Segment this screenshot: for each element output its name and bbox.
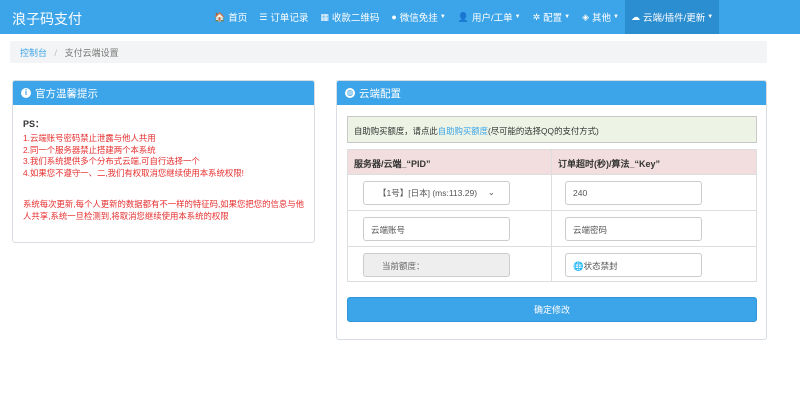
breadcrumb: 控制台 / 支付云端设置 bbox=[10, 41, 767, 63]
quota-field: 当前额度： bbox=[363, 253, 510, 277]
caret-down-icon: ▼ bbox=[707, 14, 714, 20]
cloud-config-panel: ◍ 云端配置 自助购买额度，请点此自助购买额度(尽可能的选择QQ的支付方式) 服… bbox=[336, 80, 767, 340]
nav-item[interactable]: ▦ 收款二维码 bbox=[314, 0, 385, 34]
col-header-key: 订单超时(秒)/算法_“Key” bbox=[558, 159, 661, 169]
table-cell: 240 bbox=[552, 175, 756, 210]
rule-item: 3.我们系统提供多个分布式云端,可自行选择一个 bbox=[23, 156, 200, 166]
wechat-icon: ● bbox=[391, 12, 397, 22]
rule-item: 1.云端账号密码禁止泄露与他人共用 bbox=[23, 133, 156, 143]
table-cell: 云端账号 bbox=[348, 211, 552, 246]
server-select[interactable]: 【1号】[日本] (ms:113.29) ⌄ bbox=[363, 181, 510, 205]
list-icon: ☰ bbox=[259, 11, 268, 22]
config-table: 服务器/云端_“PID” 订单超时(秒)/算法_“Key” 【1号】[日本] (… bbox=[347, 149, 757, 282]
cloud-config-title: 云端配置 bbox=[359, 87, 401, 100]
nav-item-label: 用户/工单 bbox=[471, 13, 513, 24]
alert-suffix: (尽可能的选择QQ的支付方式) bbox=[488, 126, 599, 136]
purchase-alert: 自助购买额度，请点此自助购买额度(尽可能的选择QQ的支付方式) bbox=[347, 116, 757, 143]
caret-down-icon: ▼ bbox=[514, 14, 521, 20]
purchase-quota-link[interactable]: 自助购买额度 bbox=[438, 126, 488, 136]
cloud-icon: ☁ bbox=[630, 11, 640, 22]
col-header-pid: 服务器/云端_“PID” bbox=[348, 150, 552, 174]
table-cell: 云端密码 bbox=[552, 211, 756, 246]
cube-icon: ◈ bbox=[582, 11, 590, 22]
breadcrumb-home-link[interactable]: 控制台 bbox=[20, 48, 47, 58]
status-field[interactable]: 🌐状态禁封 bbox=[565, 253, 702, 277]
timeout-input[interactable]: 240 bbox=[565, 181, 702, 205]
nav-item[interactable]: ☁ 云端/插件/更新 ▼ bbox=[624, 0, 720, 34]
cloud-config-heading: ◍ 云端配置 bbox=[337, 81, 766, 105]
table-row: 当前额度： 🌐状态禁封 bbox=[348, 246, 756, 282]
nav-item[interactable]: ◈ 其他 ▼ bbox=[576, 0, 625, 34]
table-row: 【1号】[日本] (ms:113.29) ⌄ 240 bbox=[348, 174, 756, 210]
caret-down-icon: ▼ bbox=[439, 14, 446, 20]
breadcrumb-separator: / bbox=[54, 48, 58, 58]
nav-item[interactable]: 🏠 首页 bbox=[208, 0, 253, 34]
nav-item[interactable]: 👤 用户/工单 ▼ bbox=[452, 0, 527, 34]
cloud-account-input[interactable]: 云端账号 bbox=[363, 217, 510, 241]
confirm-button[interactable]: 确定修改 bbox=[347, 297, 757, 322]
brand-title[interactable]: 浪子码支付 bbox=[12, 9, 82, 29]
info-icon: i bbox=[21, 88, 31, 98]
nav-item-label: 首页 bbox=[228, 13, 248, 24]
nav-item-label: 订单记录 bbox=[270, 13, 309, 24]
globe-icon: ◍ bbox=[345, 88, 355, 98]
main-nav: 🏠 首页 ☰ 订单记录 ▦ 收款二维码 ● 微信免挂 ▼ 👤 用户/工单 ▼ ✲ 配置 ▼ ◈ 其他 ▼ ☁ 云端/插… bbox=[208, 0, 720, 34]
caret-down-icon: ▼ bbox=[564, 14, 571, 20]
nav-item-label: 微信免挂 bbox=[399, 13, 438, 24]
user-icon: 👤 bbox=[457, 11, 469, 22]
nav-item[interactable]: ☰ 订单记录 bbox=[253, 0, 314, 34]
home-icon: 🏠 bbox=[214, 11, 226, 22]
nav-item[interactable]: ● 微信免挂 ▼ bbox=[385, 0, 451, 34]
breadcrumb-current: 支付云端设置 bbox=[64, 48, 119, 58]
nav-item-label: 收款二维码 bbox=[331, 13, 380, 24]
cloud-password-input[interactable]: 云端密码 bbox=[565, 217, 702, 241]
tips-panel-title: 官方温馨提示 bbox=[35, 87, 98, 100]
qrcode-icon: ▦ bbox=[320, 11, 329, 22]
nav-item-label: 配置 bbox=[543, 13, 563, 24]
ps-label: PS： bbox=[23, 119, 45, 129]
nav-item[interactable]: ✲ 配置 ▼ bbox=[527, 0, 577, 34]
rule-item: 4.如果您不遵守一、二,我们有权取消您继续使用本系统权限! bbox=[23, 167, 245, 178]
tips-panel-heading: i 官方温馨提示 bbox=[13, 81, 314, 105]
nav-item-label: 云端/插件/更新 bbox=[642, 13, 706, 24]
rule-item: 2.同一个服务器禁止搭建两个本系统 bbox=[23, 144, 156, 155]
alert-prefix: 自助购买额度，请点此 bbox=[354, 126, 438, 136]
table-cell: 当前额度： bbox=[348, 247, 552, 282]
gear-icon: ✲ bbox=[532, 11, 541, 22]
top-navbar: 浪子码支付 🏠 首页 ☰ 订单记录 ▦ 收款二维码 ● 微信免挂 ▼ 👤 用户/工单 ▼ ✲ 配置 ▼ ◈ 其他… bbox=[0, 0, 800, 34]
nav-item-label: 其他 bbox=[592, 13, 612, 24]
table-cell: 【1号】[日本] (ms:113.29) ⌄ bbox=[348, 175, 552, 210]
rules-list: 1.云端账号密码禁止泄露与他人共用 2.同一个服务器禁止搭建两个本系统 3.我们… bbox=[23, 133, 244, 179]
table-cell: 🌐状态禁封 bbox=[552, 247, 756, 282]
table-header: 服务器/云端_“PID” 订单超时(秒)/算法_“Key” bbox=[348, 150, 756, 174]
tips-panel: i 官方温馨提示 PS： 1.云端账号密码禁止泄露与他人共用 2.同一个服务器禁… bbox=[12, 80, 315, 243]
table-row: 云端账号 云端密码 bbox=[348, 210, 756, 246]
chevron-down-icon: ⌄ bbox=[487, 187, 495, 197]
server-select-value: 【1号】[日本] (ms:113.29) bbox=[378, 188, 478, 198]
caret-down-icon: ▼ bbox=[613, 14, 619, 20]
update-note: 系统每次更新,每个人更新的数据都有不一样的特征码,如果您把您的信息与他人共享,系… bbox=[23, 199, 305, 221]
